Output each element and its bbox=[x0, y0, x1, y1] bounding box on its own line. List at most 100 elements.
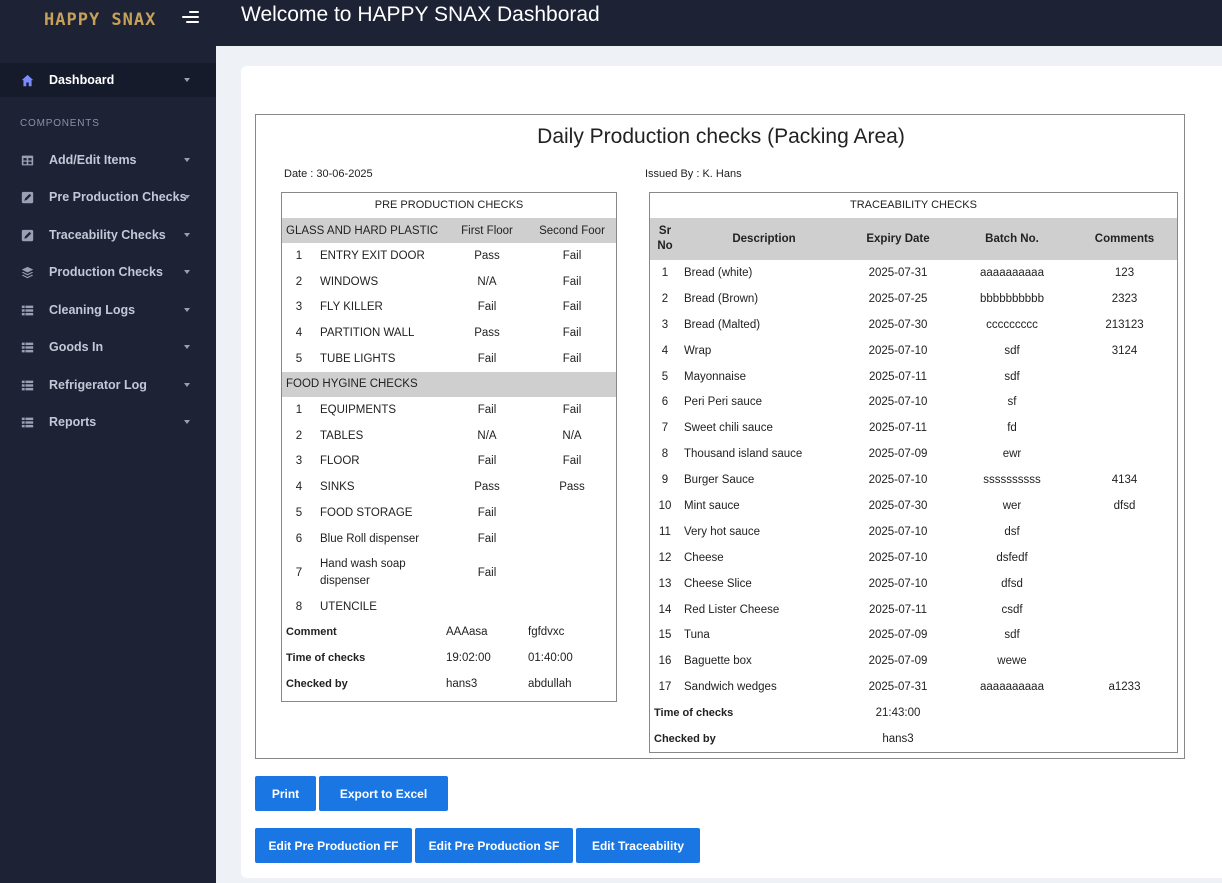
sidebar-item-dashboard[interactable]: Dashboard bbox=[0, 63, 216, 97]
check-name: FOOD STORAGE bbox=[320, 507, 413, 520]
menu-toggle-icon[interactable] bbox=[182, 11, 201, 25]
second-floor-result bbox=[528, 594, 616, 620]
table-header-row: Sr No Description Expiry Date Batch No. … bbox=[650, 218, 1177, 260]
second-floor-result: Pass bbox=[559, 481, 585, 494]
cell-expiry-date: 2025-07-10 bbox=[868, 344, 928, 357]
sidebar-item-reports[interactable]: Reports bbox=[0, 405, 216, 439]
cell-description: Mayonnaise bbox=[684, 370, 747, 383]
cell-description: Bread (white) bbox=[684, 266, 753, 279]
first-floor-result: Fail bbox=[477, 455, 497, 468]
cell-batch-no: sdf bbox=[1004, 370, 1020, 383]
cell-comments bbox=[1072, 389, 1177, 415]
first-floor-result: Fail bbox=[477, 507, 497, 520]
footer-value: hans3 bbox=[882, 732, 914, 745]
cell-batch-no: aaaaaaaaaa bbox=[980, 266, 1044, 279]
cell-batch-no: sdf bbox=[1004, 344, 1020, 357]
cell-comments: 3124 bbox=[1111, 344, 1138, 357]
cell-sr-no: 2 bbox=[661, 292, 669, 305]
edit-traceability-button[interactable]: Edit Traceability bbox=[576, 828, 700, 863]
report-date: Date : 30-06-2025 bbox=[284, 168, 373, 180]
table-row: 17 Sandwich wedges 2025-07-31 aaaaaaaaaa a12… bbox=[650, 674, 1177, 700]
first-floor-result bbox=[446, 594, 528, 620]
sidebar-item-refrigerator-log[interactable]: Refrigerator Log bbox=[0, 368, 216, 402]
first-floor-result: Fail bbox=[477, 301, 497, 314]
chevron-down-icon bbox=[184, 195, 190, 199]
footer-label: Comment bbox=[286, 626, 337, 639]
cell-batch-no: bbbbbbbbbb bbox=[980, 292, 1044, 305]
sidebar-item-traceability-checks[interactable]: Traceability Checks bbox=[0, 218, 216, 252]
chevron-down-icon bbox=[184, 270, 190, 274]
cell-expiry-date: 2025-07-10 bbox=[868, 551, 928, 564]
second-floor-comment: fgfdvxc bbox=[528, 626, 565, 639]
table-row: 5 FOOD STORAGE Fail bbox=[282, 500, 616, 526]
cell-batch-no: dfsd bbox=[1001, 577, 1023, 590]
cell-description: Burger Sauce bbox=[684, 474, 755, 487]
column-header-first-floor: First Floor bbox=[446, 218, 528, 243]
table-row: 4 Wrap 2025-07-10 sdf 3124 bbox=[650, 338, 1177, 364]
cell-batch-no: ssssssssss bbox=[983, 474, 1041, 487]
table-row: 6 Peri Peri sauce 2025-07-10 sf bbox=[650, 389, 1177, 415]
empty-cell bbox=[952, 700, 1177, 726]
check-name: UTENCILE bbox=[320, 600, 377, 613]
layers-icon bbox=[20, 265, 34, 279]
cell-expiry-date: 2025-07-09 bbox=[868, 655, 928, 668]
column-header-batch-no: Batch No. bbox=[952, 218, 1072, 260]
footer-label: Time of checks bbox=[286, 652, 366, 665]
first-floor-result: N/A bbox=[477, 429, 497, 442]
sidebar-item-label: Production Checks bbox=[49, 265, 163, 279]
cell-expiry-date: 2025-07-31 bbox=[868, 681, 928, 694]
first-floor-result: Pass bbox=[474, 249, 500, 262]
export-to-excel-button[interactable]: Export to Excel bbox=[319, 776, 448, 811]
sidebar-item-goods-in[interactable]: Goods In bbox=[0, 330, 216, 364]
table-row: 8 Thousand island sauce 2025-07-09 ewr bbox=[650, 441, 1177, 467]
check-name: FLOOR bbox=[320, 455, 360, 468]
cell-batch-no: fd bbox=[1007, 422, 1017, 435]
sidebar-item-add-edit-items[interactable]: Add/Edit Items bbox=[0, 143, 216, 177]
group-header-row: GLASS AND HARD PLASTIC First Floor Secon… bbox=[282, 218, 616, 243]
second-floor-result bbox=[528, 526, 616, 552]
cell-batch-no: ccccccccc bbox=[986, 318, 1038, 331]
sidebar-item-label: Traceability Checks bbox=[49, 228, 166, 242]
cell-comments: 213123 bbox=[1105, 318, 1144, 331]
cell-sr-no: 6 bbox=[661, 396, 669, 409]
cell-description: Baguette box bbox=[684, 655, 752, 668]
row-number: 7 bbox=[295, 566, 303, 579]
cell-description: Bread (Brown) bbox=[684, 292, 759, 305]
check-name: TUBE LIGHTS bbox=[320, 353, 396, 366]
report-issued-by: Issued By : K. Hans bbox=[645, 168, 742, 180]
row-number: 3 bbox=[295, 301, 303, 314]
table-row: 16 Baguette box 2025-07-09 wewe bbox=[650, 648, 1177, 674]
check-name: Blue Roll dispenser bbox=[320, 532, 420, 545]
chevron-down-icon bbox=[184, 383, 190, 387]
row-number: 2 bbox=[295, 429, 303, 442]
row-number: 3 bbox=[295, 455, 303, 468]
report-title: Daily Production checks (Packing Area) bbox=[537, 125, 905, 148]
pre-production-checks-table: PRE PRODUCTION CHECKS GLASS AND HARD PLA… bbox=[281, 192, 617, 702]
sidebar-item-production-checks[interactable]: Production Checks bbox=[0, 255, 216, 289]
cell-sr-no: 4 bbox=[661, 344, 669, 357]
cell-sr-no: 1 bbox=[661, 266, 669, 279]
group-name: FOOD HYGINE CHECKS bbox=[282, 371, 616, 397]
sidebar-item-cleaning-logs[interactable]: Cleaning Logs bbox=[0, 293, 216, 327]
sidebar-item-pre-production-checks[interactable]: Pre Production Checks bbox=[0, 180, 216, 214]
table-row: 1 EQUIPMENTS Fail Fail bbox=[282, 397, 616, 423]
cell-comments bbox=[1072, 622, 1177, 648]
cell-expiry-date: 2025-07-10 bbox=[868, 577, 928, 590]
cell-sr-no: 8 bbox=[661, 448, 669, 461]
cell-description: Wrap bbox=[684, 344, 712, 357]
first-floor-comment: AAAasa bbox=[446, 626, 488, 639]
edit-pre-production-sf-button[interactable]: Edit Pre Production SF bbox=[415, 828, 573, 863]
pre-production-grid: GLASS AND HARD PLASTIC First Floor Secon… bbox=[282, 218, 616, 697]
print-button[interactable]: Print bbox=[255, 776, 316, 811]
cell-sr-no: 3 bbox=[661, 318, 669, 331]
cell-comments bbox=[1072, 364, 1177, 390]
cell-expiry-date: 2025-07-11 bbox=[869, 603, 927, 616]
edit-pre-production-ff-button[interactable]: Edit Pre Production FF bbox=[255, 828, 412, 863]
pre-production-title: PRE PRODUCTION CHECKS bbox=[374, 199, 524, 211]
second-floor-result: Fail bbox=[562, 275, 582, 288]
cell-comments bbox=[1072, 571, 1177, 597]
second-floor-result bbox=[528, 552, 616, 594]
row-number: 1 bbox=[295, 249, 303, 262]
sidebar-item-label: Add/Edit Items bbox=[49, 153, 137, 167]
second-floor-result: Fail bbox=[562, 353, 582, 366]
